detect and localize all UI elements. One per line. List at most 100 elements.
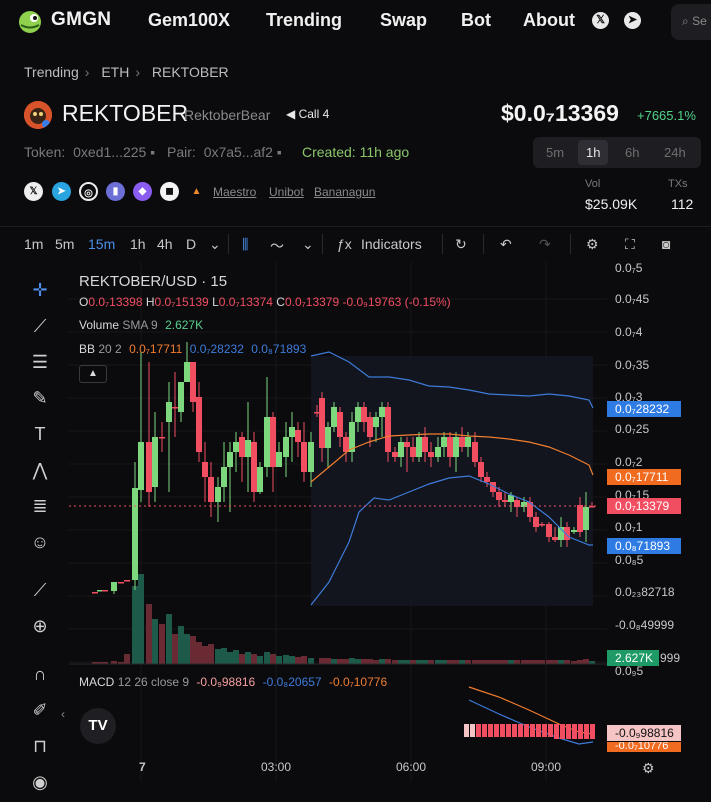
time-axis-label: 03:00: [261, 760, 292, 774]
macd-badge-1: -0.0₉98816: [607, 725, 681, 741]
volume-bar: [367, 659, 373, 664]
interval-4h[interactable]: 4h: [157, 236, 173, 252]
brush-icon[interactable]: ✎: [28, 386, 52, 410]
interval-15m[interactable]: 15m: [88, 236, 115, 252]
etherscan-icon[interactable]: ▮: [106, 182, 125, 201]
timeframe-24h[interactable]: 24h: [664, 145, 686, 160]
volume-bar: [527, 660, 533, 664]
drawing-tools: ✛ ⟋ ☰ ✎ T ⋀ ≣ ☺ ⟋ ⊕ ∩ ✐ ⊓ ◉ ‹: [0, 262, 68, 802]
uniswap-icon[interactable]: ◆: [133, 182, 152, 201]
nav-swap[interactable]: Swap: [380, 10, 427, 31]
chart-symbol: REKTOBER/USD · 15: [79, 273, 228, 290]
token-address[interactable]: 0xed1...225: [73, 144, 146, 160]
emoji-icon[interactable]: ☺: [28, 530, 52, 554]
breadcrumb-trending[interactable]: Trending: [24, 64, 79, 80]
link-bananagun[interactable]: Bananagun: [314, 185, 375, 199]
call-badge[interactable]: ◀ Call 4: [286, 107, 329, 121]
indicators-fx-icon[interactable]: ƒx: [337, 236, 352, 252]
pair-address[interactable]: 0x7a5...af2: [204, 144, 273, 160]
zoom-in-icon[interactable]: ⊕: [28, 614, 52, 638]
lock-icon[interactable]: ⊓: [28, 734, 52, 758]
macd-params: 12 26 close 9: [117, 675, 190, 689]
ruler-icon[interactable]: ⟋: [28, 578, 52, 602]
candle-body: [583, 507, 589, 530]
dextools-icon[interactable]: ◼: [160, 182, 179, 201]
magnet-icon[interactable]: ∩: [28, 662, 52, 686]
macd-histogram-bar: [560, 724, 565, 739]
brand-name[interactable]: GMGN: [51, 9, 111, 31]
candle-body: [295, 430, 301, 442]
website-globe-icon[interactable]: ◎: [79, 182, 98, 201]
nav-about[interactable]: About: [523, 10, 575, 31]
telegram-icon[interactable]: ➤: [624, 12, 641, 29]
camera-screenshot-icon[interactable]: ◙: [662, 236, 670, 252]
volume-bar: [202, 646, 208, 664]
link-unibot[interactable]: Unibot: [269, 185, 304, 199]
axis-settings-icon[interactable]: ⚙: [642, 760, 655, 777]
interval-1h[interactable]: 1h: [130, 236, 146, 252]
breadcrumb-eth[interactable]: ETH: [101, 64, 129, 80]
chevron-down-icon[interactable]: ⌄: [209, 236, 221, 253]
search-placeholder: Se: [692, 14, 707, 28]
chevron-left-icon[interactable]: ‹: [58, 702, 68, 726]
replay-icon[interactable]: ↻: [455, 236, 467, 253]
metamask-fox-icon[interactable]: ▲: [187, 182, 206, 201]
eye-icon[interactable]: ◉: [28, 770, 52, 794]
crosshair-icon[interactable]: ✛: [28, 278, 52, 302]
x-twitter-icon[interactable]: 𝕏: [592, 12, 609, 29]
search-input[interactable]: ⌕ Se: [671, 4, 711, 40]
link-maestro[interactable]: Maestro: [213, 185, 256, 199]
volume-bar: [577, 660, 583, 664]
price-axis-label: 0.0₈5: [615, 553, 644, 567]
collapse-legend-button[interactable]: ▲: [79, 365, 107, 383]
candle-body: [398, 442, 404, 457]
copy-icon[interactable]: ▪: [150, 144, 155, 160]
macd-histogram-bar: [482, 724, 487, 737]
volume-bar: [343, 659, 349, 664]
price-change: +7665.1%: [637, 108, 696, 123]
interval-d[interactable]: D: [186, 236, 196, 252]
chevron-down-icon[interactable]: ⌄: [302, 236, 314, 253]
volume-bar: [337, 659, 343, 664]
volume-bar: [521, 660, 527, 664]
macd-histogram-bar: [548, 724, 553, 737]
trend-line-icon[interactable]: ⟋: [28, 314, 52, 338]
volume-bar: [239, 654, 245, 664]
volume-bar: [138, 574, 144, 664]
volume-bar: [484, 660, 490, 664]
interval-1m[interactable]: 1m: [24, 236, 43, 252]
candles-icon[interactable]: ⫼: [242, 236, 248, 253]
nav-gem100x[interactable]: Gem100X: [148, 10, 230, 31]
telegram-icon[interactable]: ➤: [52, 182, 71, 201]
fullscreen-icon[interactable]: ⛶: [625, 236, 635, 253]
undo-icon[interactable]: ↶: [500, 236, 512, 253]
line-chart-icon[interactable]: 〜: [270, 236, 284, 256]
tradingview-logo-icon[interactable]: TV: [80, 708, 116, 744]
price-axis-label: 999: [660, 651, 681, 665]
gmgn-logo-icon[interactable]: [17, 8, 43, 34]
redo-icon[interactable]: ↷: [539, 236, 551, 253]
copy-icon[interactable]: ▪: [277, 144, 282, 160]
volume-bar: [392, 660, 398, 664]
nav-trending[interactable]: Trending: [266, 10, 342, 31]
x-twitter-icon[interactable]: 𝕏: [24, 182, 43, 201]
nav-bot[interactable]: Bot: [461, 10, 491, 31]
fib-retracement-icon[interactable]: ≣: [28, 494, 52, 518]
settings-gear-icon[interactable]: ⚙: [586, 236, 599, 253]
lock-drawing-icon[interactable]: ✐: [28, 698, 52, 722]
volume-bar: [441, 660, 447, 664]
token-handle[interactable]: RektoberBear: [184, 107, 270, 123]
timeframe-1h[interactable]: 1h: [578, 140, 609, 165]
pattern-icon[interactable]: ⋀: [28, 458, 52, 482]
created-time: Created: 11h ago: [302, 144, 410, 160]
indicators-button[interactable]: Indicators: [361, 236, 422, 252]
timeframe-6h[interactable]: 6h: [625, 145, 639, 160]
text-tool-icon[interactable]: T: [28, 422, 52, 446]
volume-bar: [257, 656, 263, 664]
timeframe-5m[interactable]: 5m: [546, 145, 564, 160]
ohlc-row: O0.0₇13398 H0.0₇15139 L0.0₇13374 C0.0₇13…: [79, 295, 451, 309]
interval-5m[interactable]: 5m: [55, 236, 74, 252]
volume-bar: [289, 656, 295, 664]
horizontal-lines-icon[interactable]: ☰: [28, 350, 52, 374]
candle-body: [447, 437, 453, 457]
